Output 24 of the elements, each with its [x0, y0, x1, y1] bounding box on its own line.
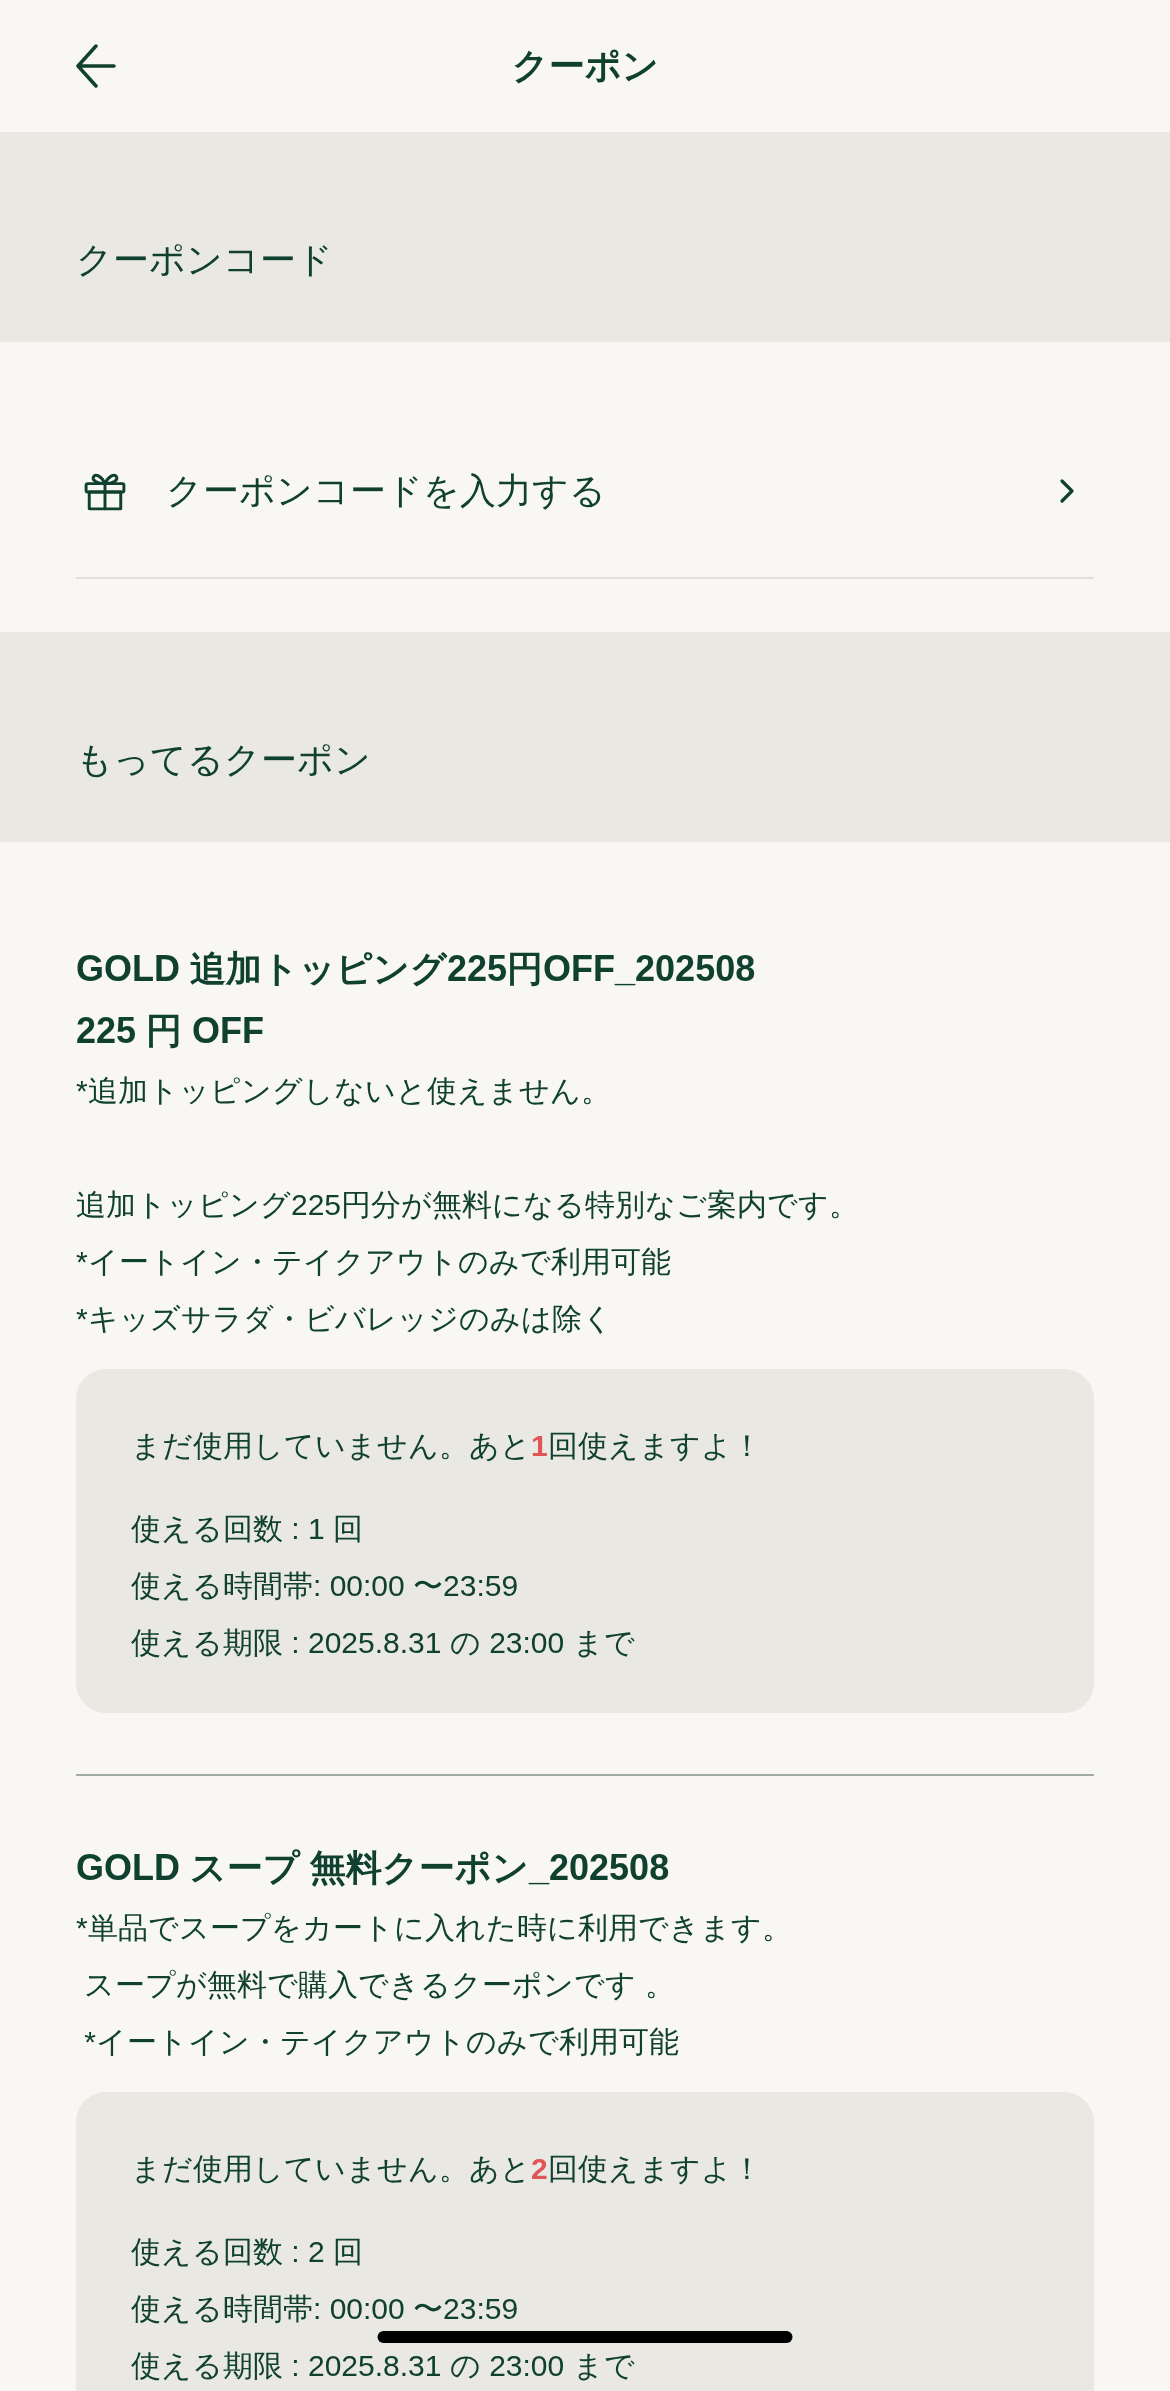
coupon-note: スープが無料で購入できるクーポンです 。: [83, 1967, 675, 2003]
coupon-note: *追加トッピングしないと使えません。: [76, 1073, 611, 1109]
usage-detail: 使える回数 : 2 回: [131, 2234, 364, 2270]
section-heading: クーポンコード: [76, 238, 333, 282]
gift-icon: [84, 471, 126, 511]
usage-detail: 使える回数 : 1 回: [131, 1511, 364, 1547]
coupon-note: 追加トッピング225円分が無料になる特別なご案内です。: [76, 1187, 860, 1223]
coupon-title: GOLD スープ 無料クーポン_202508: [76, 1846, 671, 1890]
coupon-note: *イートイン・テイクアウトのみで利用可能: [83, 2024, 680, 2060]
coupon-note: *単品でスープをカートに入れた時に利用できます。: [76, 1910, 792, 1946]
back-button[interactable]: [76, 44, 116, 88]
page-title: クーポン: [511, 44, 659, 88]
usage-detail: 使える時間帯: 00:00 〜23:59: [131, 2291, 519, 2327]
back-arrow-icon: [76, 44, 116, 88]
coupon-title: GOLD 追加トッピング225円OFF_202508: [76, 947, 757, 991]
chevron-right-icon: [1059, 478, 1075, 504]
usage-detail: 使える時間帯: 00:00 〜23:59: [131, 1568, 519, 1604]
usage-detail: 使える期限 : 2025.8.31 の 23:00 まで: [131, 2348, 635, 2384]
coupon-note: *キッズサラダ・ビバレッジのみは除く: [76, 1301, 613, 1337]
usage-detail: 使える期限 : 2025.8.31 の 23:00 まで: [131, 1625, 635, 1661]
discount-amount: 225 円 OFF: [76, 1009, 266, 1053]
coupon-note: *イートイン・テイクアウトのみで利用可能: [76, 1244, 671, 1280]
section-heading: もってるクーポン: [76, 738, 371, 782]
coupon-code-entry[interactable]: クーポンコードを入力する: [76, 405, 1094, 577]
